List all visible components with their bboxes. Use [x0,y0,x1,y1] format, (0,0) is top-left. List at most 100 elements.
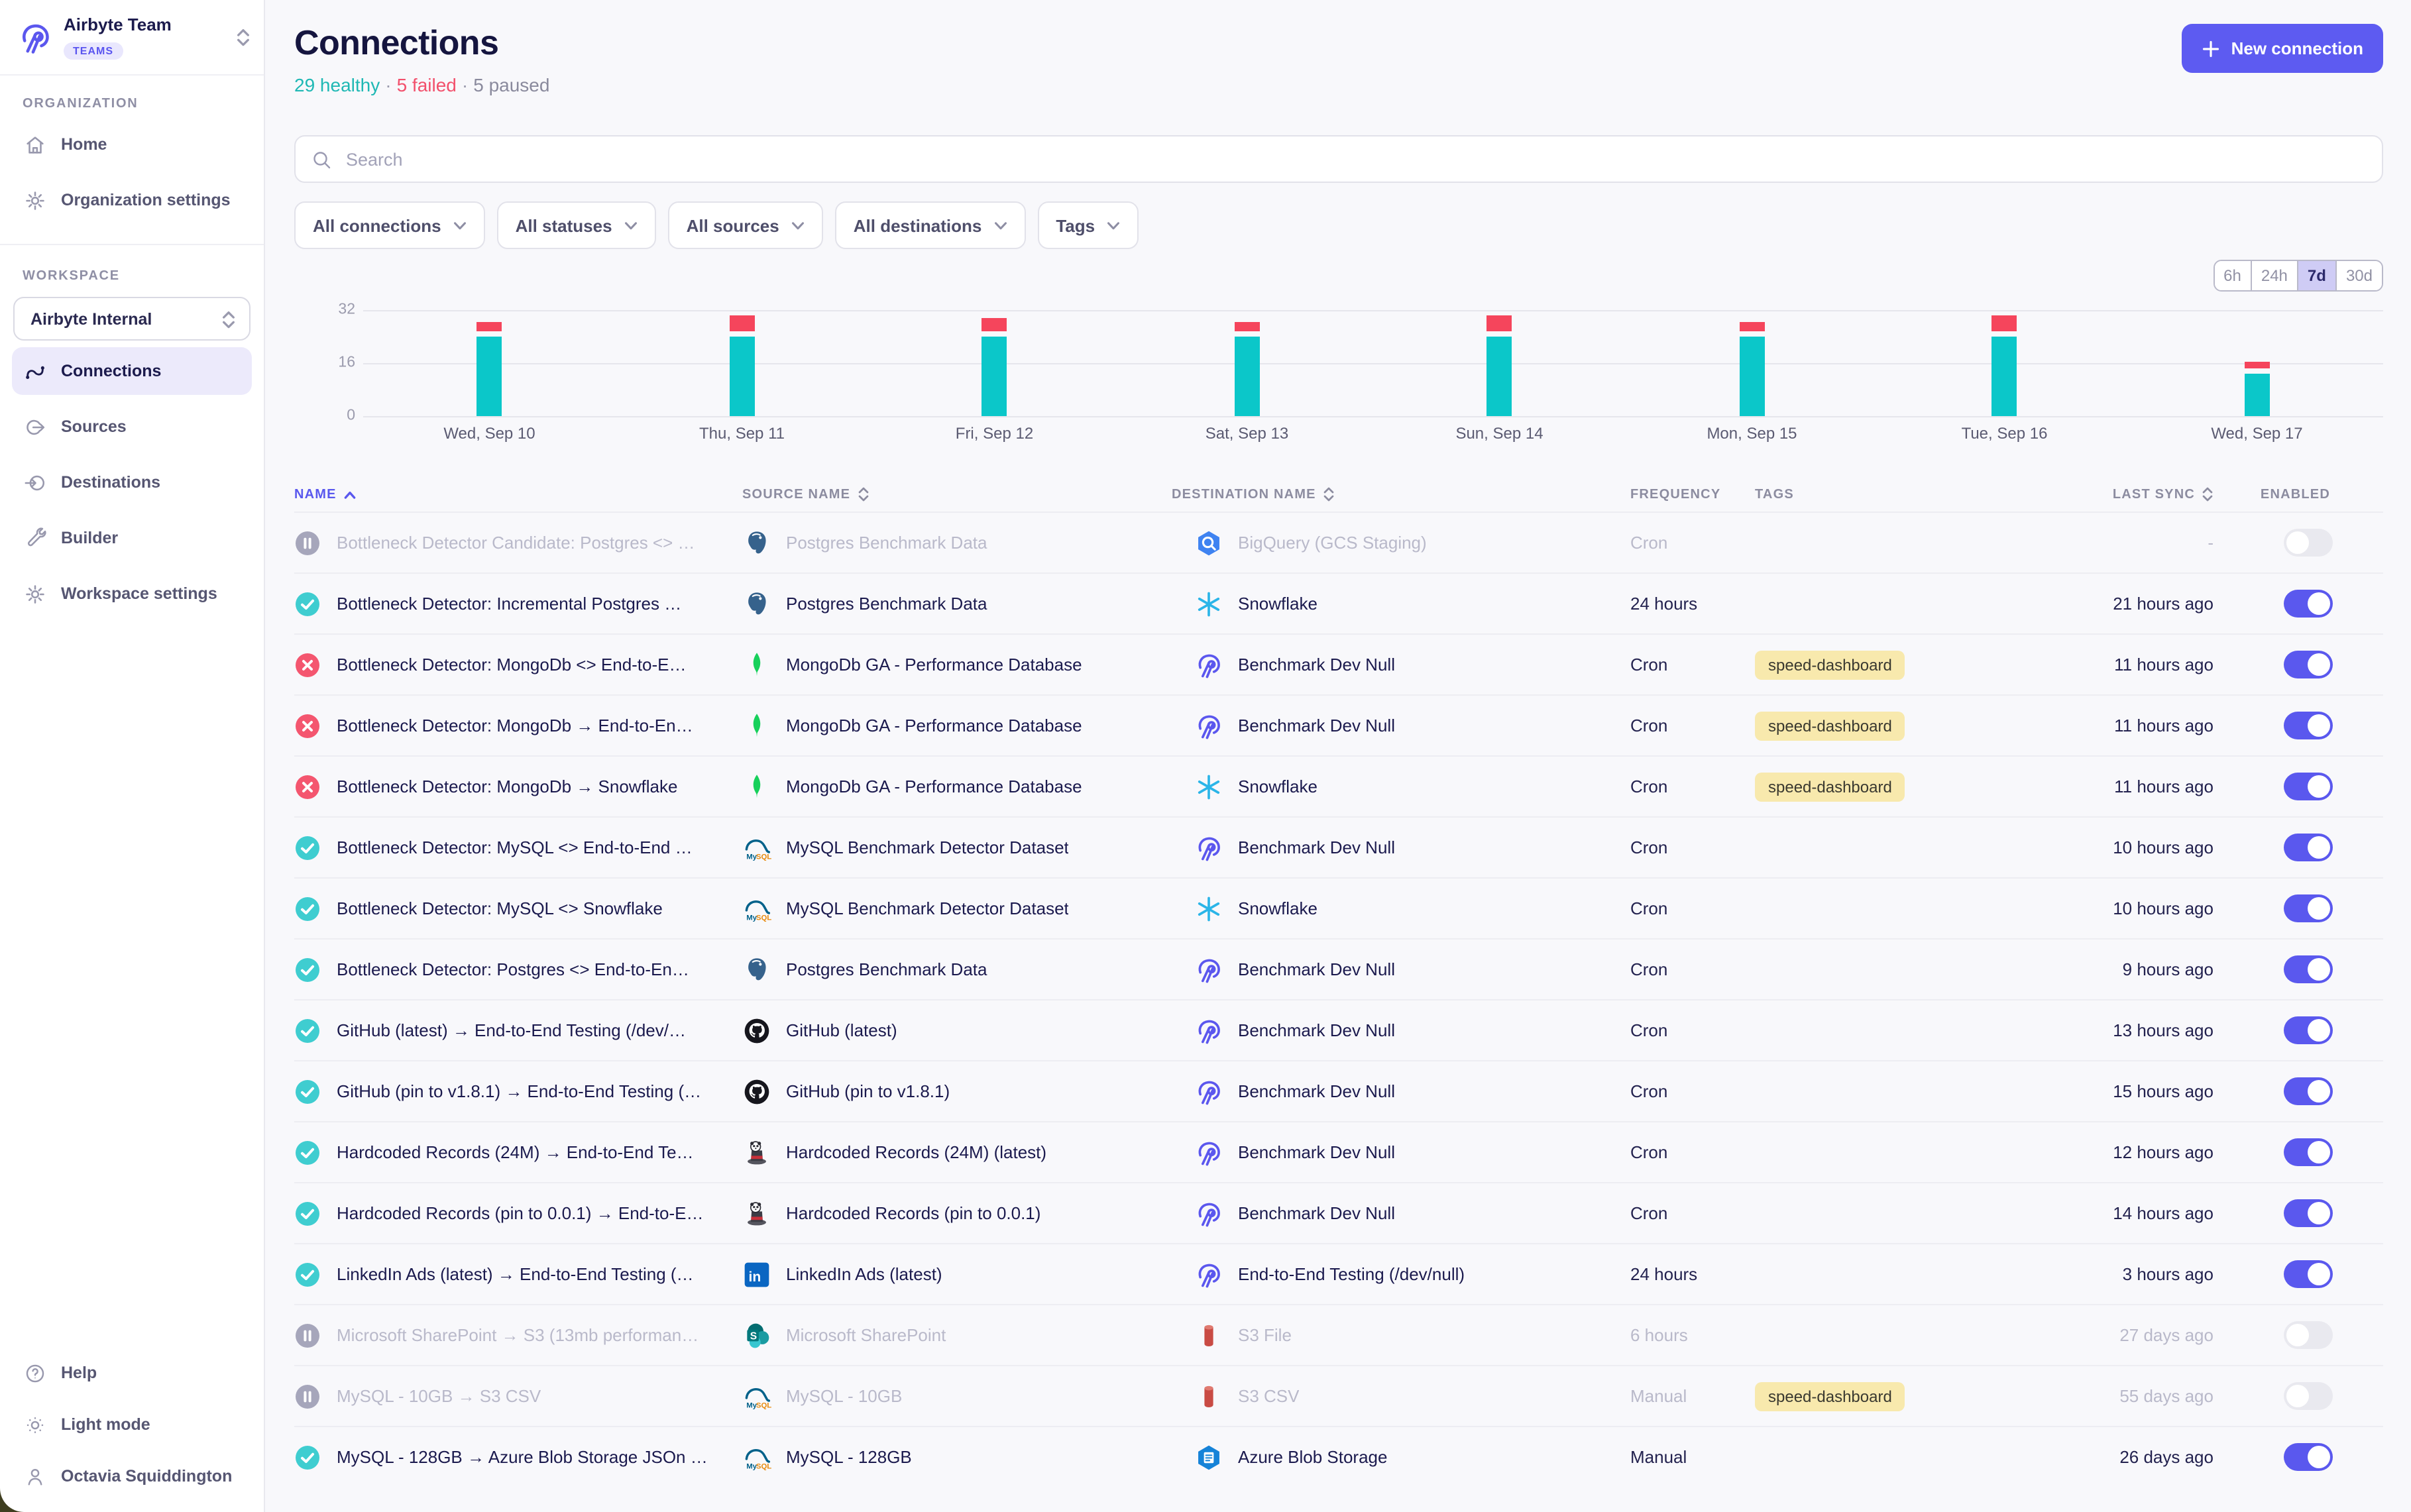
table-row[interactable]: Microsoft SharePoint → S3 (13mb performa… [294,1304,2383,1365]
github-icon [742,1016,771,1045]
source-name: MySQL Benchmark Detector Dataset [786,898,1069,918]
enabled-toggle[interactable] [2284,955,2333,983]
chart-bar-failed [1235,321,1260,331]
enabled-toggle[interactable] [2284,1382,2333,1410]
filter-all-statuses[interactable]: All statuses [497,201,656,249]
sidebar-item-label: Connections [61,362,161,380]
tag-badge: speed-dashboard [1755,650,1905,679]
time-range-24h[interactable]: 24h [2251,261,2297,290]
enabled-toggle[interactable] [2284,1016,2333,1044]
table-row[interactable]: LinkedIn Ads (latest) → End-to-End Testi… [294,1243,2383,1304]
column-header-source-name[interactable]: SOURCE NAME [742,486,1172,502]
enabled-toggle[interactable] [2284,1138,2333,1166]
source-name: MongoDb GA - Performance Database [786,716,1082,735]
enabled-toggle[interactable] [2284,712,2333,739]
team-switcher[interactable]: Airbyte Team TEAMS [0,0,264,76]
azure-blob-icon [1194,1442,1223,1472]
new-connection-button[interactable]: New connection [2182,24,2383,73]
sidebar-item-builder[interactable]: Builder [12,514,252,562]
sidebar-item-sources[interactable]: Sources [12,403,252,451]
sidebar-item-light-mode[interactable]: Light mode [12,1401,252,1448]
column-header-name[interactable]: NAME [294,487,742,502]
gear-icon [24,582,46,605]
enabled-toggle[interactable] [2284,773,2333,800]
enabled-toggle[interactable] [2284,1321,2333,1349]
filter-all-connections[interactable]: All connections [294,201,485,249]
table-row[interactable]: Bottleneck Detector Candidate: Postgres … [294,512,2383,572]
enabled-toggle[interactable] [2284,651,2333,678]
destination-cell: Snowflake [1172,772,1617,801]
table-row[interactable]: Bottleneck Detector: Postgres <> End-to-… [294,938,2383,999]
table-row[interactable]: GitHub (latest) → End-to-End Testing (/d… [294,999,2383,1060]
plus-icon [2202,39,2221,58]
chart-bar-group [1878,310,2131,416]
source-cell: MongoDb GA - Performance Database [742,772,1172,801]
table-row[interactable]: GitHub (pin to v1.8.1) → End-to-End Test… [294,1060,2383,1121]
mongodb-icon [742,772,771,801]
enabled-toggle[interactable] [2284,590,2333,618]
linkedin-icon: in [742,1260,771,1289]
table-row[interactable]: Bottleneck Detector: MySQL <> Snowflake M… [294,877,2383,938]
enabled-toggle[interactable] [2284,834,2333,861]
source-cell: MySQLMySQL - 128GB [742,1442,1172,1472]
sidebar-item-label: Sources [61,417,127,436]
sync-history-chart: 6h24h7d30d 01632 Wed, Sep 10Thu, Sep 11F… [294,260,2383,461]
destination-cell: S3 File [1172,1321,1617,1350]
table-row[interactable]: MySQL - 128GB → Azure Blob Storage JSOn … [294,1426,2383,1487]
table-row[interactable]: Bottleneck Detector: MongoDb → Snowflake… [294,755,2383,816]
time-range-6h[interactable]: 6h [2214,261,2251,290]
enabled-cell [2214,529,2383,557]
chart-bar-group [1373,310,1626,416]
chart-bar-success [1235,337,1260,416]
table-row[interactable]: Hardcoded Records (pin to 0.0.1) → End-t… [294,1182,2383,1243]
sharepoint-icon: S [742,1321,771,1350]
column-header-destination-name[interactable]: DESTINATION NAME [1172,486,1617,502]
column-header-enabled: ENABLED [2214,487,2383,502]
filter-tags[interactable]: Tags [1037,201,1139,249]
enabled-toggle[interactable] [2284,529,2333,557]
table-row[interactable]: Bottleneck Detector: MySQL <> End-to-End… [294,816,2383,877]
sidebar-item-organization-settings[interactable]: Organization settings [12,176,252,224]
table-row[interactable]: Hardcoded Records (24M) → End-to-End Te…… [294,1121,2383,1182]
sidebar-item-user[interactable]: Octavia Squiddington [12,1452,252,1500]
toggle-knob [2308,958,2330,981]
chart-bar-failed [1740,321,1765,331]
chart-x-label: Thu, Sep 11 [616,424,868,443]
time-range-30d[interactable]: 30d [2335,261,2382,290]
sidebar-item-destinations[interactable]: Destinations [12,459,252,506]
time-range-7d[interactable]: 7d [2297,261,2335,290]
sidebar-item-connections[interactable]: Connections [12,347,252,395]
connection-name-cell: LinkedIn Ads (latest) → End-to-End Testi… [294,1261,742,1287]
destination-name: BigQuery (GCS Staging) [1238,533,1427,553]
filter-all-destinations[interactable]: All destinations [835,201,1026,249]
chart-bar-success [1992,337,2017,416]
enabled-toggle[interactable] [2284,1443,2333,1471]
table-row[interactable]: Bottleneck Detector: Incremental Postgre… [294,572,2383,633]
sidebar-item-home[interactable]: Home [12,121,252,168]
snowflake-icon [1194,589,1223,618]
enabled-toggle[interactable] [2284,1077,2333,1105]
summary-healthy: 29 healthy [294,74,380,95]
table-row[interactable]: Bottleneck Detector: MongoDb → End-to-En… [294,694,2383,755]
status-failed-icon [294,773,321,800]
enabled-toggle[interactable] [2284,1260,2333,1288]
chart-bars [363,310,2383,416]
destination-cell: BigQuery (GCS Staging) [1172,528,1617,557]
workspace-selector[interactable]: Airbyte Internal [13,297,251,341]
table-row[interactable]: MySQL - 10GB → S3 CSVMySQLMySQL - 10GBS3… [294,1365,2383,1426]
chart-bar-failed [2245,361,2270,368]
enabled-toggle[interactable] [2284,1199,2333,1227]
enabled-toggle[interactable] [2284,894,2333,922]
connection-name-cell: MySQL - 128GB → Azure Blob Storage JSOn … [294,1444,742,1470]
destination-name: End-to-End Testing (/dev/null) [1238,1264,1465,1284]
search-input[interactable] [343,148,2366,170]
frequency-value: Cron [1617,837,1750,857]
connection-name-cell: Bottleneck Detector: MySQL <> Snowflake [294,895,742,922]
enabled-cell [2214,894,2383,922]
filter-all-sources[interactable]: All sources [668,201,823,249]
sidebar-item-workspace-settings[interactable]: Workspace settings [12,570,252,618]
sidebar-item-help[interactable]: Help [12,1349,252,1397]
destination-name: Benchmark Dev Null [1238,959,1395,979]
column-header-last-sync[interactable]: LAST SYNC [2044,486,2214,502]
table-row[interactable]: Bottleneck Detector: MongoDb <> End-to-E… [294,633,2383,694]
